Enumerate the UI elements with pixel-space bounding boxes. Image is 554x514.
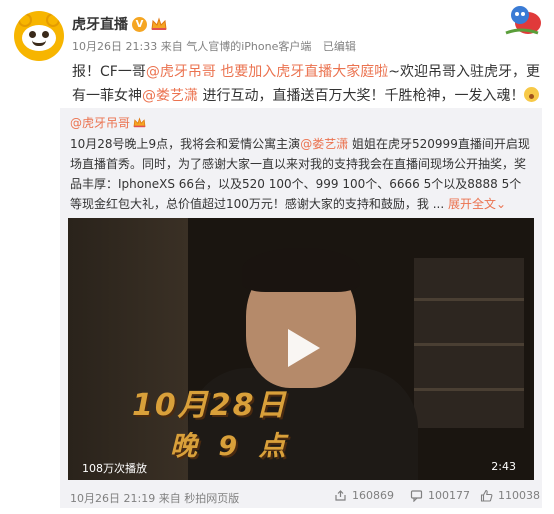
repost-user: @虎牙吊哥 [70, 114, 146, 131]
shelf-line [414, 298, 524, 301]
share-icon [335, 490, 346, 501]
post-meta: 10月26日 21:33 来自 气人官博的iPhone客户端 已编辑 [72, 38, 356, 54]
repost-timestamp[interactable]: 10月26日 21:19 [70, 492, 155, 505]
avatar-mouth [32, 40, 46, 46]
repost-count: 160869 [352, 489, 394, 502]
post-header: 虎牙直播 V [72, 14, 484, 34]
repost-text-part: 10月28号晚上9点，我将会和爱情公寓主演 [70, 137, 301, 151]
repost-body: 10月28号晚上9点，我将会和爱情公寓主演@娄艺潇 姐姐在虎牙520999直播间… [70, 134, 536, 214]
mention-link[interactable]: @虎牙吊哥 [146, 64, 216, 80]
crown-icon [133, 117, 146, 128]
expand-full-text-link[interactable]: 展开全文 [448, 197, 496, 211]
source-prefix: 来自 [158, 492, 181, 505]
shelf-line [414, 343, 524, 346]
post-text-part: 进行互动，直播送百万大奖！千胜枪神，一发入魂！ [198, 88, 525, 104]
repost-count-button[interactable]: 160869 [334, 489, 394, 502]
post-body: 报！CF一哥@虎牙吊哥 也要加入虎牙直播大家庭啦~欢迎吊哥入驻虎牙，更有一菲女神… [72, 60, 542, 108]
like-count-button[interactable]: 110038 [480, 489, 540, 502]
avatar-eye [29, 31, 36, 38]
reposted-content: @虎牙吊哥 10月28号晚上9点，我将会和爱情公寓主演@娄艺潇 姐姐在虎牙520… [60, 108, 542, 508]
avatar-eye [42, 31, 49, 38]
comment-count: 100177 [428, 489, 470, 502]
repost-meta: 10月26日 21:19 来自 秒拍网页版 [70, 490, 239, 506]
video-player[interactable]: 10月28日 晚 9 点 108万次播放 2:43 [68, 218, 534, 480]
avatar-ear [18, 13, 32, 27]
repost-source[interactable]: 秒拍网页版 [184, 492, 239, 505]
topic-link[interactable]: 也要加入虎牙直播大家庭啦 [220, 64, 388, 80]
username[interactable]: 虎牙直播 [72, 14, 128, 34]
video-duration: 2:43 [491, 460, 516, 473]
post-source[interactable]: 气人官博的iPhone客户端 [186, 40, 311, 53]
repost-footer: 10月26日 21:19 来自 秒拍网页版 160869 100177 1100… [68, 486, 542, 506]
source-prefix: 来自 [160, 40, 183, 53]
video-person-hair [242, 248, 360, 292]
post-timestamp[interactable]: 10月26日 21:33 [72, 40, 157, 53]
verified-badge-icon: V [132, 16, 147, 32]
avatar-ear [46, 13, 60, 27]
shelf-line [414, 388, 524, 391]
mention-link[interactable]: @娄艺潇 [300, 137, 348, 151]
post-text-part: 报！CF一哥 [72, 64, 146, 80]
avatar[interactable] [14, 11, 64, 61]
edited-label[interactable]: 已编辑 [323, 40, 356, 53]
play-icon[interactable] [276, 323, 326, 373]
comment-count-button[interactable]: 100177 [410, 489, 470, 502]
video-bookshelf [414, 258, 524, 428]
comment-icon [410, 490, 423, 502]
expand-arrow-icon[interactable]: ⌄ [496, 197, 506, 211]
crown-icon [151, 17, 167, 30]
like-count: 110038 [498, 489, 540, 502]
video-date-overlay: 10月28日 [132, 388, 288, 423]
repost-username[interactable]: @虎牙吊哥 [70, 114, 130, 131]
video-time-overlay: 晚 9 点 [170, 431, 292, 462]
avatar-face [22, 25, 56, 51]
thumbs-up-icon [480, 489, 493, 502]
video-play-count: 108万次播放 [82, 462, 147, 475]
mention-link[interactable]: @娄艺潇 [142, 88, 198, 104]
mascot-decoration-icon [505, 6, 541, 35]
shocked-emoji-icon [524, 87, 540, 102]
